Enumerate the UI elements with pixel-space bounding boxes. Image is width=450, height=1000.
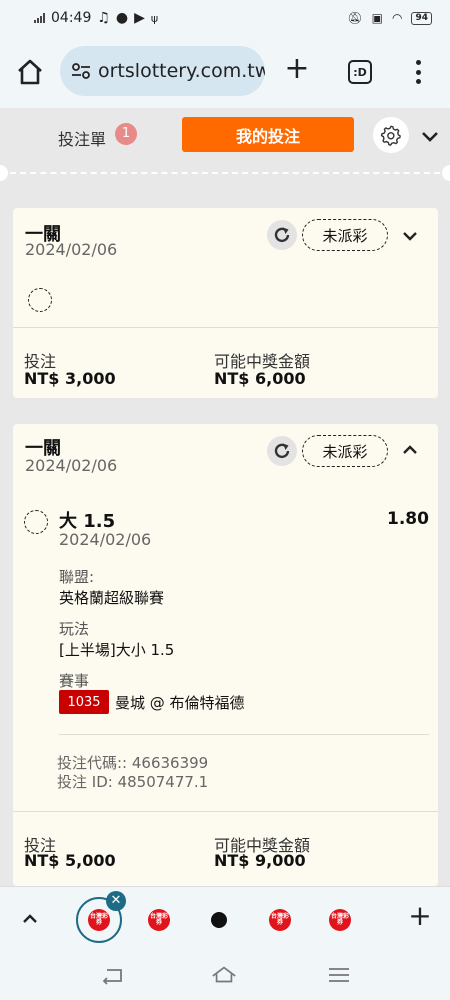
tab-strip: 台灣彩券 ✕ 台灣彩券 台灣彩券 台灣彩券 +: [0, 886, 450, 950]
selection-date: 2024/02/06: [59, 530, 152, 549]
site-settings-icon[interactable]: [70, 60, 92, 82]
collapse-chevron-icon[interactable]: [401, 441, 419, 459]
card-divider: [13, 811, 438, 812]
expand-chevron-icon[interactable]: [401, 227, 419, 245]
stake-amount: NT$ 3,000: [24, 369, 116, 388]
close-tab-icon[interactable]: ✕: [106, 891, 126, 911]
selection-radio[interactable]: [24, 510, 48, 534]
address-bar[interactable]: ortslottery.com.tw: [60, 46, 265, 96]
lottery-logo-icon[interactable]: 台灣彩券: [329, 909, 351, 931]
market-value: [上半場]大小 1.5: [59, 641, 175, 659]
status-badge: 未派彩: [302, 219, 388, 251]
url-text: ortslottery.com.tw: [98, 60, 265, 82]
tab-switcher-button[interactable]: :D: [348, 60, 372, 84]
battery-icon: 94: [411, 11, 432, 25]
refresh-button[interactable]: [267, 436, 297, 466]
event-name: 曼城 @ 布倫特福德: [115, 694, 245, 712]
refresh-button[interactable]: [267, 220, 297, 250]
status-bar: 04:49 ♫ ● ▶ ψ 🔕︎ ▣ ◠ 94: [0, 0, 450, 36]
refresh-icon: [274, 443, 290, 459]
betslip-count-badge: 1: [115, 123, 137, 145]
separator-notch: [0, 165, 8, 181]
selection-radio[interactable]: [28, 288, 52, 312]
stake-amount: NT$ 5,000: [24, 851, 116, 870]
wifi-icon: ◠: [391, 11, 403, 25]
bet-card: 一關 2024/02/06 未派彩 大 1.5 1.80 2024/02/06 …: [13, 424, 438, 886]
settings-button[interactable]: [373, 117, 409, 153]
league-label: 聯盟:: [59, 568, 95, 586]
globe-icon[interactable]: [211, 912, 227, 928]
dashed-separator: [0, 172, 450, 174]
bet-code: 投注代碼:: 46636399: [57, 754, 209, 772]
league-value: 英格蘭超級聯賽: [59, 589, 165, 607]
youtube-icon: ▶: [134, 10, 145, 26]
status-time: 04:49: [51, 10, 92, 26]
signal-icon: [34, 13, 45, 23]
selection-odds: 1.80: [387, 509, 429, 529]
home-icon[interactable]: [14, 56, 46, 88]
nfc-icon: ▣: [371, 11, 383, 25]
lottery-logo-icon[interactable]: 台灣彩券: [148, 909, 170, 931]
new-tab-plus-icon[interactable]: +: [284, 54, 310, 86]
card-divider: [59, 734, 429, 735]
betslip-tab[interactable]: 投注單: [58, 126, 106, 150]
new-tab-plus-icon[interactable]: +: [406, 901, 434, 933]
status-badge: 未派彩: [302, 435, 388, 467]
refresh-icon: [274, 227, 290, 243]
payout-amount: NT$ 9,000: [214, 851, 306, 870]
bet-date: 2024/02/06: [25, 240, 118, 259]
card-divider: [13, 327, 438, 328]
chat-icon: ●: [115, 10, 129, 26]
betslip-header: 投注單 1 我的投注: [0, 108, 450, 164]
collapse-chevron-icon[interactable]: [420, 126, 440, 146]
more-menu-icon[interactable]: [410, 58, 426, 86]
back-nav-icon[interactable]: [100, 964, 126, 986]
market-label: 玩法: [59, 620, 90, 638]
bet-card: 一關 2024/02/06 未派彩 投注 NT$ 3,000 可能中獎金額 NT…: [13, 208, 438, 398]
bet-id: 投注 ID: 48507477.1: [57, 773, 209, 791]
gear-icon: [380, 125, 401, 146]
bet-date: 2024/02/06: [25, 456, 118, 475]
recents-nav-icon[interactable]: [326, 964, 352, 986]
lottery-logo-icon[interactable]: 台灣彩券: [269, 909, 291, 931]
music-icon: ♫: [97, 10, 110, 26]
home-nav-icon[interactable]: [211, 964, 237, 986]
system-nav-bar: [0, 950, 450, 1000]
separator-notch: [442, 165, 450, 181]
chevron-up-icon[interactable]: [20, 909, 40, 929]
my-bets-button[interactable]: 我的投注: [182, 117, 354, 152]
payout-amount: NT$ 6,000: [214, 369, 306, 388]
browser-toolbar: ortslottery.com.tw + :D: [0, 36, 450, 108]
mute-icon: 🔕︎: [347, 11, 363, 25]
usb-icon: ψ: [150, 11, 159, 25]
lottery-logo-icon[interactable]: 台灣彩券: [88, 909, 110, 931]
event-id-tag: 1035: [59, 690, 109, 714]
event-label: 賽事: [59, 672, 90, 690]
